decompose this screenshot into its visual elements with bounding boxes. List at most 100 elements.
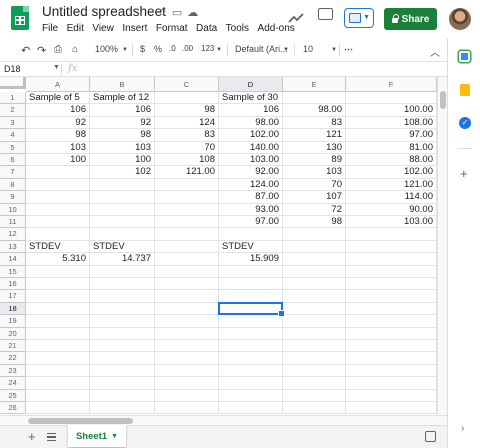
cell-c5[interactable]: 70: [155, 141, 219, 154]
keep-icon[interactable]: [460, 84, 470, 96]
cell-f15[interactable]: [346, 265, 437, 278]
cell-d16[interactable]: [219, 278, 283, 291]
cell-d8[interactable]: 124.00: [219, 178, 283, 192]
star-icon[interactable]: ☆: [157, 6, 167, 19]
cell-f21[interactable]: [346, 340, 437, 353]
vertical-scroll-thumb[interactable]: [440, 91, 446, 109]
row-header-4[interactable]: 4: [0, 129, 26, 142]
cell-c2[interactable]: 98: [155, 104, 219, 117]
menu-tools[interactable]: Tools: [226, 23, 249, 34]
cell-a17[interactable]: [26, 290, 90, 303]
cell-d20[interactable]: [219, 327, 283, 340]
cell-d1[interactable]: Sample of 30: [219, 92, 283, 105]
cell-d12[interactable]: [219, 228, 283, 241]
cell-f24[interactable]: [346, 377, 437, 390]
cell-e15[interactable]: [283, 265, 346, 278]
cell-f25[interactable]: [346, 389, 437, 402]
row-header-10[interactable]: 10: [0, 203, 26, 216]
print-icon[interactable]: ⎙: [54, 44, 62, 55]
column-header-e[interactable]: E: [283, 77, 346, 92]
cell-b3[interactable]: 92: [90, 116, 155, 130]
menu-view[interactable]: View: [92, 23, 114, 34]
cell-e8[interactable]: 70: [283, 178, 346, 192]
row-header-9[interactable]: 9: [0, 191, 26, 204]
cell-a24[interactable]: [26, 377, 90, 390]
cell-e18[interactable]: [283, 302, 346, 316]
row-header-13[interactable]: 13: [0, 240, 26, 254]
menu-data[interactable]: Data: [196, 23, 217, 34]
avatar[interactable]: [449, 8, 471, 30]
cell-d11[interactable]: 97.00: [219, 216, 283, 229]
cell-c21[interactable]: [155, 340, 219, 353]
column-header-d[interactable]: D: [219, 77, 283, 92]
cell-e7[interactable]: 103: [283, 166, 346, 179]
column-header-c[interactable]: C: [155, 77, 219, 92]
cell-b23[interactable]: [90, 364, 155, 378]
cell-b21[interactable]: [90, 340, 155, 353]
cell-f11[interactable]: 103.00: [346, 216, 437, 229]
cell-f19[interactable]: [346, 315, 437, 328]
cell-e11[interactable]: 98: [283, 216, 346, 229]
cell-b12[interactable]: [90, 228, 155, 241]
cell-f22[interactable]: [346, 352, 437, 365]
cell-e25[interactable]: [283, 389, 346, 402]
cell-f16[interactable]: [346, 278, 437, 291]
cell-d6[interactable]: 103.00: [219, 154, 283, 167]
row-header-2[interactable]: 2: [0, 104, 26, 117]
row-header-25[interactable]: 25: [0, 389, 26, 402]
cell-a5[interactable]: 103: [26, 141, 90, 154]
cell-d7[interactable]: 92.00: [219, 166, 283, 179]
cell-f7[interactable]: 102.00: [346, 166, 437, 179]
font-select[interactable]: Default (Ari...: [235, 44, 288, 54]
cell-f26[interactable]: [346, 402, 437, 415]
folder-icon[interactable]: ▭: [172, 6, 182, 19]
cell-c14[interactable]: [155, 253, 219, 266]
row-header-20[interactable]: 20: [0, 327, 26, 340]
cell-c17[interactable]: [155, 290, 219, 303]
cell-d10[interactable]: 93.00: [219, 203, 283, 216]
zoom-select[interactable]: 100%: [95, 44, 118, 54]
cell-e26[interactable]: [283, 402, 346, 415]
row-header-15[interactable]: 15: [0, 265, 26, 278]
font-size-select[interactable]: 10: [303, 44, 313, 54]
more-options-button[interactable]: ⋯: [344, 44, 353, 55]
row-header-6[interactable]: 6: [0, 154, 26, 167]
cell-a19[interactable]: [26, 315, 90, 328]
cell-d15[interactable]: [219, 265, 283, 278]
cell-c13[interactable]: [155, 240, 219, 254]
cell-d25[interactable]: [219, 389, 283, 402]
percent-format-button[interactable]: %: [154, 44, 162, 54]
row-header-1[interactable]: 1: [0, 92, 26, 105]
row-header-5[interactable]: 5: [0, 141, 26, 154]
name-box[interactable]: D18: [4, 64, 21, 74]
cell-e1[interactable]: [283, 92, 346, 105]
cell-b15[interactable]: [90, 265, 155, 278]
cell-c9[interactable]: [155, 191, 219, 204]
row-header-24[interactable]: 24: [0, 377, 26, 390]
cell-e14[interactable]: [283, 253, 346, 266]
cell-c20[interactable]: [155, 327, 219, 340]
get-addons-icon[interactable]: +: [460, 166, 468, 181]
cell-f2[interactable]: 100.00: [346, 104, 437, 117]
row-header-11[interactable]: 11: [0, 216, 26, 229]
row-header-7[interactable]: 7: [0, 166, 26, 179]
cell-a7[interactable]: [26, 166, 90, 179]
cell-c25[interactable]: [155, 389, 219, 402]
cell-c6[interactable]: 108: [155, 154, 219, 167]
horizontal-scrollbar[interactable]: [0, 415, 447, 425]
vertical-scrollbar[interactable]: [437, 77, 447, 415]
menu-insert[interactable]: Insert: [122, 23, 147, 34]
cell-a23[interactable]: [26, 364, 90, 378]
cell-c4[interactable]: 83: [155, 129, 219, 142]
cell-b25[interactable]: [90, 389, 155, 402]
cell-b18[interactable]: [90, 302, 155, 316]
cell-b1[interactable]: Sample of 12: [90, 92, 155, 105]
cell-e12[interactable]: [283, 228, 346, 241]
column-header-b[interactable]: B: [90, 77, 155, 92]
cell-a9[interactable]: [26, 191, 90, 204]
cell-b6[interactable]: 100: [90, 154, 155, 167]
cell-b17[interactable]: [90, 290, 155, 303]
cell-c22[interactable]: [155, 352, 219, 365]
chevron-down-icon[interactable]: ▼: [53, 64, 60, 71]
row-header-14[interactable]: 14: [0, 253, 26, 266]
